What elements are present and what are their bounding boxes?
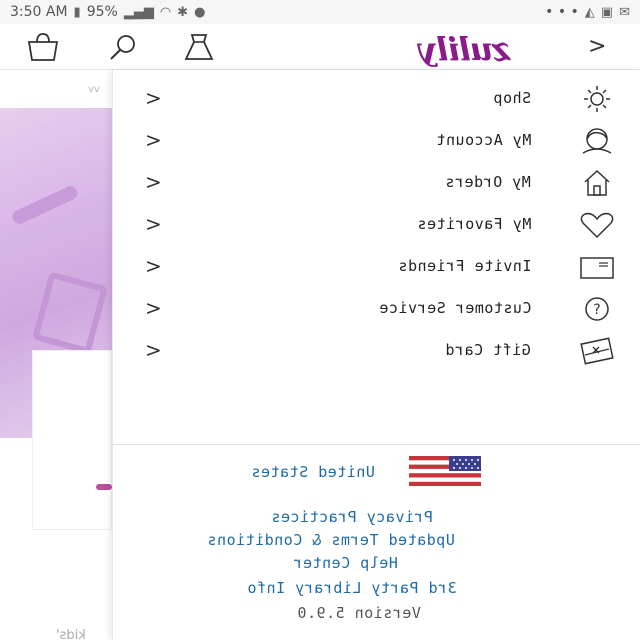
- background-card: [32, 350, 112, 530]
- house-icon: [584, 169, 610, 196]
- status-time: 3:50 AM: [10, 4, 68, 20]
- zulily-logo: zulily: [419, 30, 511, 68]
- menu-item-my-account[interactable]: > My Account: [113, 120, 640, 162]
- sun-icon: [584, 86, 610, 112]
- chevron-icon: >: [145, 338, 162, 362]
- status-bar: 3:50 AM ▮ 95% ▂▄▆ ◠ ✱ ● • • • ◭ ▣ ✉: [0, 0, 640, 24]
- back-chevron-icon[interactable]: >: [588, 34, 606, 59]
- app-header: zulily >: [0, 24, 640, 70]
- heart-icon: [580, 212, 614, 239]
- notification-icon: ◭: [584, 4, 595, 20]
- menu-item-customer-service[interactable]: > Customer Service ?: [113, 288, 640, 330]
- menu-item-label: Customer Service: [378, 299, 532, 317]
- status-dots: • • •: [545, 4, 579, 20]
- image-icon: ▣: [600, 4, 614, 20]
- menu-item-label: Invite Friends: [397, 257, 531, 275]
- privacy-practices-link[interactable]: Privacy Practices: [271, 508, 433, 526]
- signal-icon: ▂▄▆: [123, 4, 154, 20]
- country-selector[interactable]: United States: [251, 463, 375, 481]
- battery-percent: 95%: [86, 4, 118, 20]
- navigation-drawer: > Shop > My Account > My Orders > My Fav…: [112, 70, 640, 640]
- person-icon: [582, 128, 612, 154]
- menu-item-label: My Account: [435, 131, 531, 149]
- app-version: Version 5.9.0: [297, 604, 421, 622]
- status-left: 3:50 AM ▮ 95% ▂▄▆ ◠ ✱ ●: [10, 4, 205, 20]
- hero-decor-frame: [31, 271, 109, 355]
- drawer-divider: [113, 444, 640, 445]
- menu-item-shop[interactable]: > Shop: [113, 78, 640, 120]
- chevron-icon: >: [145, 212, 162, 236]
- background-page: vv kids': [0, 70, 112, 640]
- envelope-icon: [580, 257, 614, 279]
- menu-item-invite-friends[interactable]: > Invite Friends: [113, 246, 640, 288]
- question-icon: ?: [585, 297, 609, 321]
- background-swoosh: [96, 484, 112, 490]
- help-center-link[interactable]: Help Center: [293, 554, 398, 572]
- dress-icon[interactable]: [182, 32, 216, 62]
- background-fragment-text: kids': [56, 628, 86, 640]
- chevron-icon: >: [145, 296, 162, 320]
- search-icon[interactable]: [106, 32, 140, 62]
- shopping-bag-icon[interactable]: [26, 32, 60, 62]
- bluetooth-icon: ✱: [177, 4, 189, 20]
- gift-card-icon: [580, 337, 614, 365]
- menu-item-label: Gift Card: [445, 341, 531, 359]
- status-right: • • • ◭ ▣ ✉: [545, 4, 630, 20]
- svg-text:?: ?: [593, 302, 600, 318]
- chevron-icon: >: [145, 170, 162, 194]
- chevron-icon: >: [145, 128, 162, 152]
- menu-item-my-orders[interactable]: > My Orders: [113, 162, 640, 204]
- menu-item-label: My Favorites: [416, 215, 531, 233]
- background-fragment-mark: vv: [88, 84, 100, 95]
- menu-item-my-favorites[interactable]: > My Favorites: [113, 204, 640, 246]
- menu-item-label: My Orders: [445, 173, 531, 191]
- location-icon: ●: [194, 4, 206, 20]
- hero-decor-stripe: [10, 183, 80, 227]
- wifi-icon: ◠: [159, 4, 172, 20]
- menu-item-label: Shop: [492, 89, 531, 107]
- mail-icon: ✉: [619, 4, 630, 20]
- terms-conditions-link[interactable]: Updated Terms & Conditions: [207, 531, 455, 549]
- menu-item-gift-card[interactable]: > Gift Card: [113, 330, 640, 372]
- chevron-icon: >: [145, 86, 162, 110]
- chevron-icon: >: [145, 254, 162, 278]
- third-party-library-link[interactable]: 3rd Party Library Info: [247, 579, 457, 597]
- battery-icon: ▮: [73, 4, 81, 20]
- us-flag-icon[interactable]: [409, 456, 481, 486]
